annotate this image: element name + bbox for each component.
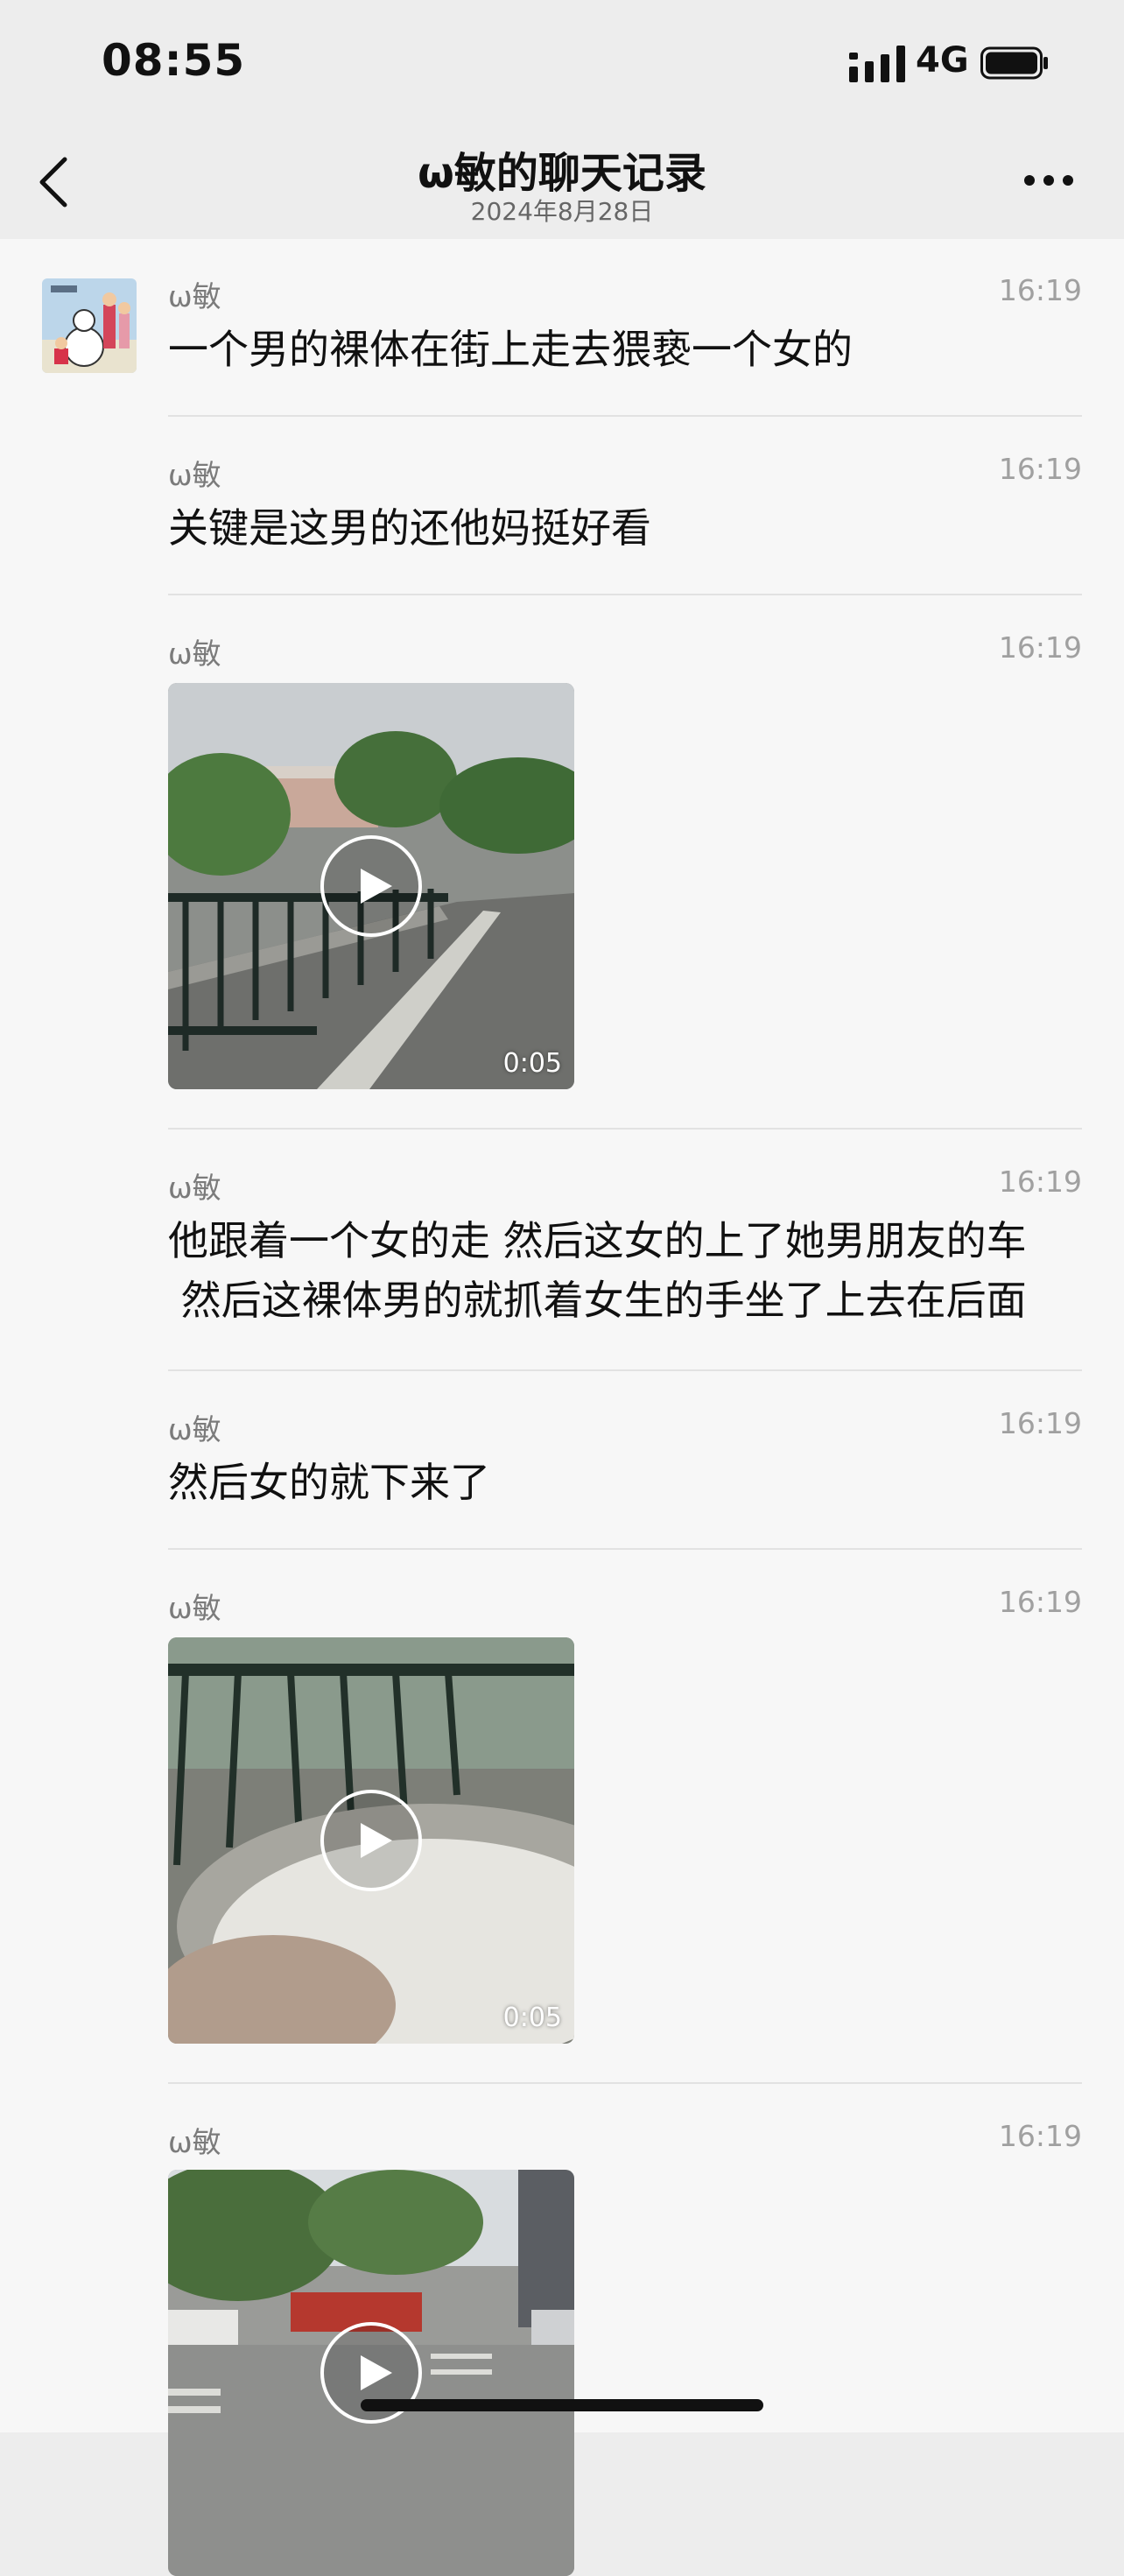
message-sender: ω敏 xyxy=(168,458,221,492)
message-text-line: 然后这裸体男的就抓着女生的手坐了上去在后面 xyxy=(168,1277,1027,1324)
divider xyxy=(168,415,1082,417)
message-item[interactable]: ω敏 16:19 他跟着一个女的走 然后这女的上了她男朋友的车 然后这裸体男的就… xyxy=(168,1165,1082,1366)
message-text: 然后女的就下来了 xyxy=(168,1459,490,1506)
message-text-line: 他跟着一个女的走 然后这女的上了她男朋友的车 xyxy=(168,1217,1027,1264)
message-time: 16:19 xyxy=(998,273,1082,307)
message-sender: ω敏 xyxy=(168,1591,221,1625)
divider xyxy=(168,1369,1082,1371)
message-text: 关键是这男的还他妈挺好看 xyxy=(168,504,651,552)
avatar[interactable] xyxy=(42,278,137,373)
divider xyxy=(168,1548,1082,1550)
battery-icon xyxy=(980,46,1048,80)
message-sender: ω敏 xyxy=(168,2125,221,2159)
message-time: 16:19 xyxy=(998,1585,1082,1619)
message-sender: ω敏 xyxy=(168,1171,221,1205)
message-time: 16:19 xyxy=(998,1165,1082,1199)
message-item[interactable]: ω敏 16:19 一个男的裸体在街上走去猥亵一个女的 xyxy=(168,273,1082,413)
page-subtitle-date: 2024年8月28日 xyxy=(470,197,654,226)
video-duration: 0:05 xyxy=(502,2002,562,2033)
network-type: 4G xyxy=(916,40,969,81)
play-icon[interactable] xyxy=(319,834,424,939)
signal-icon xyxy=(849,46,905,82)
message-time: 16:19 xyxy=(998,1406,1082,1440)
play-icon[interactable] xyxy=(319,1788,424,1893)
message-sender: ω敏 xyxy=(168,637,221,671)
message-time: 16:19 xyxy=(998,452,1082,486)
status-bar: 08:55 4G xyxy=(0,0,1124,123)
divider xyxy=(168,2082,1082,2084)
divider xyxy=(168,1128,1082,1130)
message-sender: ω敏 xyxy=(168,1412,221,1446)
message-sender: ω敏 xyxy=(168,279,221,313)
message-item[interactable]: ω敏 16:19 然后女的就下来了 xyxy=(168,1406,1082,1546)
message-item[interactable]: ω敏 16:19 关键是这男的还他妈挺好看 xyxy=(168,452,1082,592)
page-title: ω敏的聊天记录 xyxy=(418,149,706,198)
message-time: 16:19 xyxy=(998,630,1082,665)
message-item[interactable]: ω敏 16:19 0:05 xyxy=(168,630,1082,1094)
video-thumbnail[interactable]: 0:05 xyxy=(168,1637,574,2044)
home-indicator[interactable] xyxy=(361,2399,763,2411)
message-text: 一个男的裸体在街上走去猥亵一个女的 xyxy=(168,326,853,373)
status-time: 08:55 xyxy=(102,35,246,86)
video-thumbnail[interactable]: 0:05 xyxy=(168,683,574,1089)
message-item[interactable]: ω敏 16:19 0:05 xyxy=(168,1585,1082,2049)
more-icon[interactable] xyxy=(1022,173,1075,187)
video-duration: 0:05 xyxy=(502,1048,562,1079)
divider xyxy=(168,594,1082,595)
message-time: 16:19 xyxy=(998,2119,1082,2153)
message-item[interactable]: ω敏 16:19 xyxy=(168,2119,1082,2576)
video-thumbnail[interactable] xyxy=(168,2170,574,2576)
